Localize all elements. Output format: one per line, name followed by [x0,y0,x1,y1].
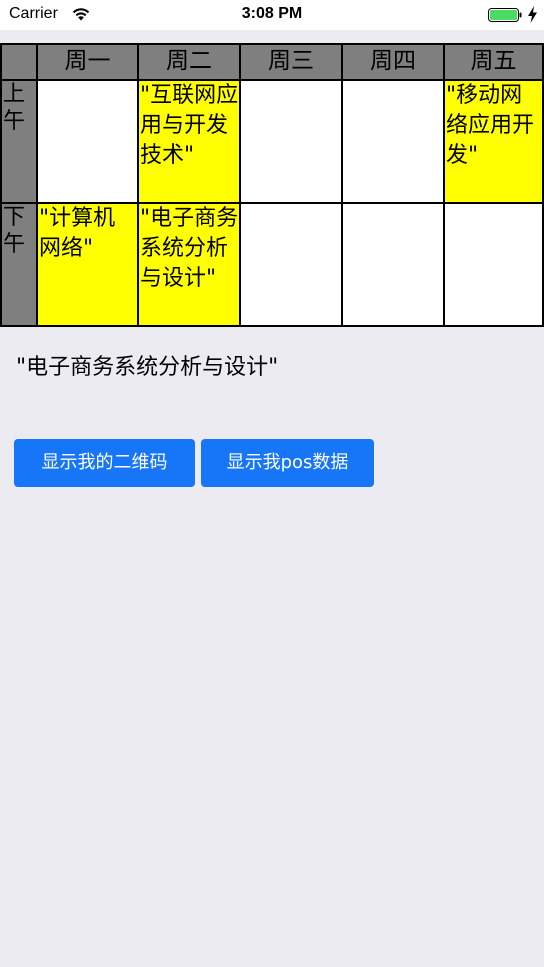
day-header-tue: 周二 [137,43,241,81]
slot-thu-afternoon[interactable] [341,202,445,327]
day-header-wed: 周三 [239,43,343,81]
slot-wed-afternoon[interactable] [239,202,343,327]
show-qr-code-button[interactable]: 显示我的二维码 [14,439,195,487]
day-header-mon: 周一 [36,43,139,81]
slot-thu-morning[interactable] [341,79,445,204]
slot-mon-morning[interactable] [36,79,139,204]
period-label-morning: 上午 [0,79,38,204]
selected-course-label: "电子商务系统分析与设计" [16,355,279,380]
clock: 3:08 PM [241,5,303,22]
slot-mon-afternoon[interactable]: "计算机网络" [36,202,139,327]
day-header-thu: 周四 [341,43,445,81]
slot-fri-afternoon[interactable] [443,202,544,327]
battery-icon [488,8,522,22]
show-pos-data-button[interactable]: 显示我pos数据 [201,439,374,487]
charging-bolt-icon [528,6,537,23]
timetable-grid: 周一 周二 周三 周四 周五 上午 "互联网应用与开发技术" "移动网络应用开发… [0,43,544,327]
slot-wed-morning[interactable] [239,79,343,204]
period-label-afternoon: 下午 [0,202,38,327]
slot-tue-morning[interactable]: "互联网应用与开发技术" [137,79,241,204]
day-header-fri: 周五 [443,43,544,81]
status-bar: Carrier 3:08 PM [0,0,544,30]
corner-cell [0,43,38,81]
slot-tue-afternoon[interactable]: "电子商务系统分析与设计" [137,202,241,327]
slot-fri-morning[interactable]: "移动网络应用开发" [443,79,544,204]
